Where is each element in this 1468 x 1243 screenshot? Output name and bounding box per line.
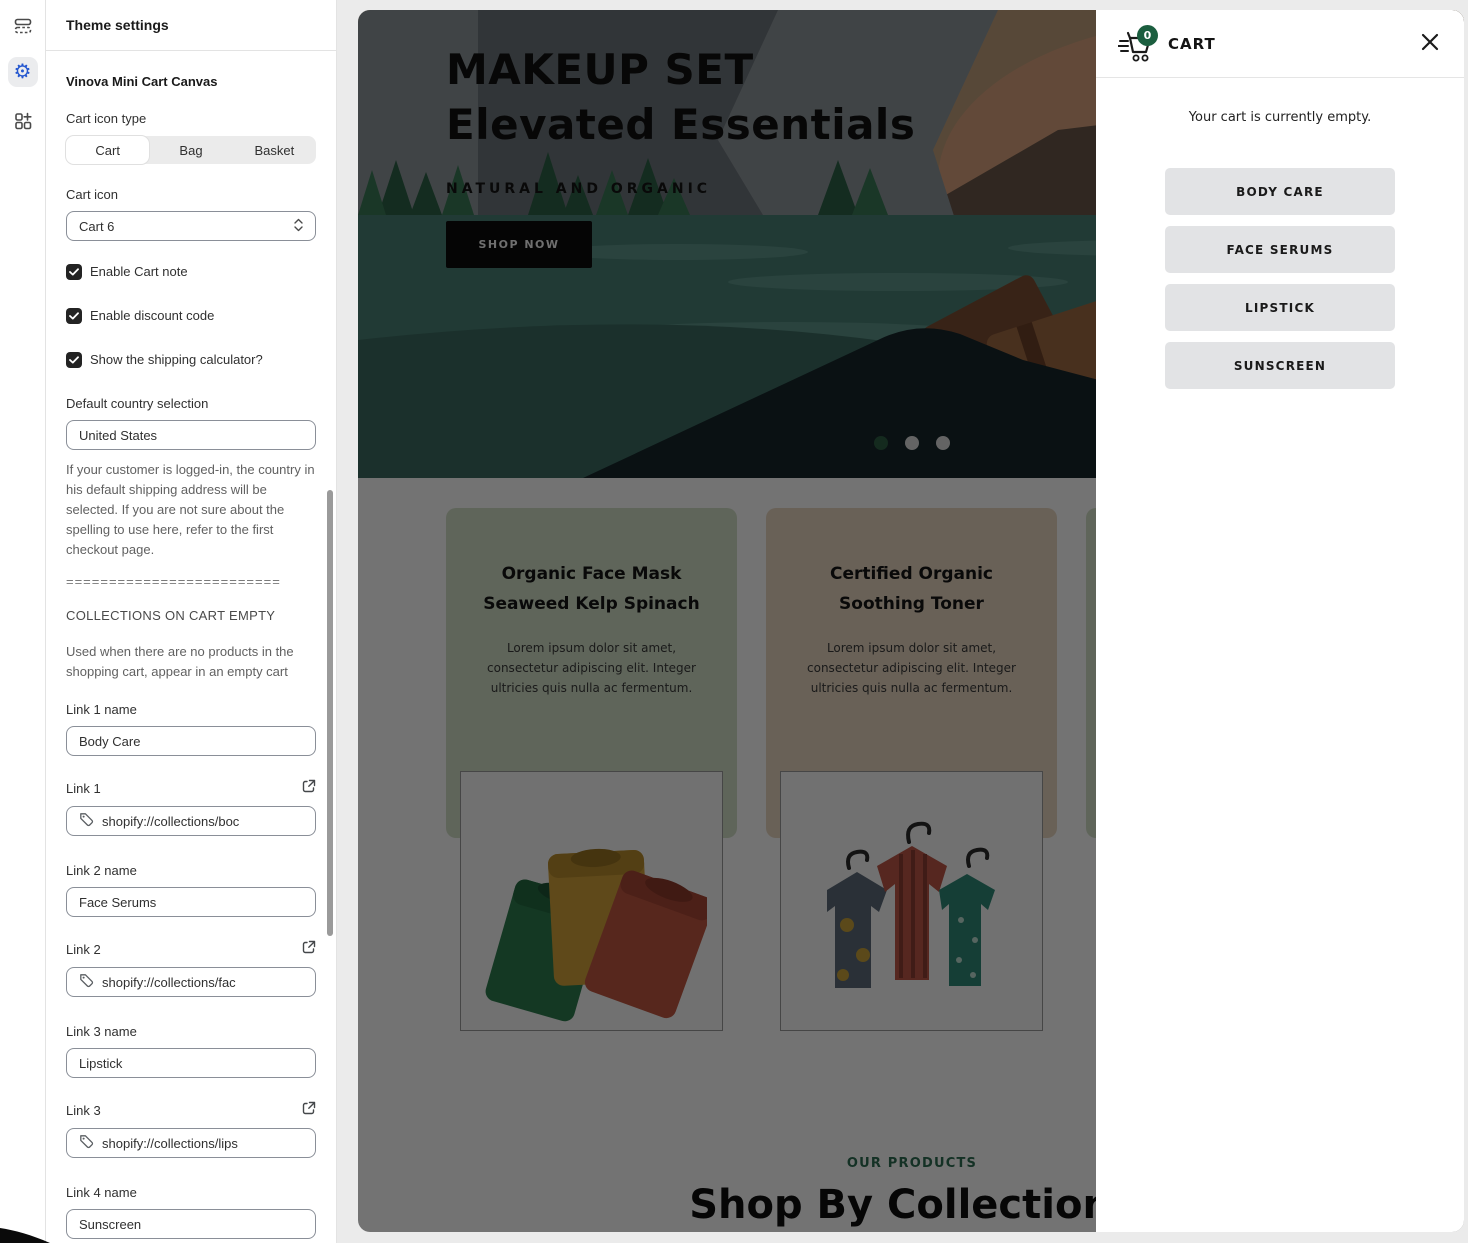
- collection-button-sunscreen[interactable]: SUNSCREEN: [1165, 342, 1395, 389]
- editor-icon-rail: ⚙: [0, 0, 46, 1243]
- enable-discount-code-row[interactable]: Enable discount code: [66, 308, 316, 324]
- collection-button-body-care[interactable]: BODY CARE: [1165, 168, 1395, 215]
- enable-discount-code-label: Enable discount code: [90, 308, 214, 324]
- theme-settings-panel: Theme settings Vinova Mini Cart Canvas C…: [46, 0, 337, 1243]
- segment-bag[interactable]: Bag: [149, 136, 232, 164]
- link2-name-label: Link 2 name: [66, 863, 316, 879]
- link1-url-value: shopify://collections/boc: [102, 814, 239, 829]
- storefront-preview: MAKEUP SET Elevated Essentials NATURAL A…: [358, 10, 1464, 1232]
- app-embeds-nav-button[interactable]: [8, 108, 38, 138]
- checkbox-checked-icon[interactable]: [66, 352, 82, 368]
- link4-name-input[interactable]: [66, 1209, 316, 1239]
- link3-label: Link 3: [66, 1103, 101, 1119]
- cart-count-badge: 0: [1137, 25, 1158, 46]
- mini-cart-drawer: 0 CART Your cart is currently empty. BOD…: [1096, 10, 1464, 1232]
- external-link-icon[interactable]: [302, 1101, 316, 1120]
- shipping-calculator-row[interactable]: Show the shipping calculator?: [66, 352, 316, 368]
- link1-name-input[interactable]: [66, 726, 316, 756]
- stepper-icon: [294, 218, 303, 235]
- collection-button-face-serums[interactable]: FACE SERUMS: [1165, 226, 1395, 273]
- sections-nav-button[interactable]: [8, 13, 38, 43]
- link2-url-input[interactable]: shopify://collections/fac: [66, 967, 316, 997]
- link3-name-label: Link 3 name: [66, 1024, 316, 1040]
- apps-icon: [13, 111, 33, 136]
- link2-url-value: shopify://collections/fac: [102, 975, 236, 990]
- shipping-calculator-label: Show the shipping calculator?: [90, 352, 263, 368]
- close-icon: [1421, 33, 1439, 56]
- cart-icon: 0: [1118, 25, 1158, 63]
- panel-header: Theme settings: [46, 0, 336, 51]
- sections-icon: [13, 16, 33, 41]
- checkbox-checked-icon[interactable]: [66, 308, 82, 324]
- link2-label: Link 2: [66, 942, 101, 958]
- gear-icon: ⚙: [14, 62, 32, 82]
- settings-divider: =========================: [66, 574, 316, 589]
- external-link-icon[interactable]: [302, 940, 316, 959]
- link3-url-value: shopify://collections/lips: [102, 1136, 238, 1151]
- theme-settings-nav-button[interactable]: ⚙: [8, 57, 38, 87]
- empty-cart-collection-links: BODY CARE FACE SERUMS LIPSTICK SUNSCREEN: [1096, 168, 1464, 389]
- segment-cart[interactable]: Cart: [66, 136, 149, 164]
- link1-url-input[interactable]: shopify://collections/boc: [66, 806, 316, 836]
- panel-title: Theme settings: [66, 17, 169, 33]
- cart-icon-select[interactable]: Cart 6: [66, 211, 316, 241]
- segment-basket[interactable]: Basket: [233, 136, 316, 164]
- checkbox-checked-icon[interactable]: [66, 264, 82, 280]
- cart-drawer-header: 0 CART: [1096, 10, 1464, 78]
- panel-scrollbar[interactable]: [327, 490, 333, 936]
- corner-swoosh-decoration: [0, 1225, 50, 1243]
- tag-icon: [79, 973, 94, 991]
- cart-icon-type-label: Cart icon type: [66, 111, 316, 127]
- link3-url-input[interactable]: shopify://collections/lips: [66, 1128, 316, 1158]
- link1-name-label: Link 1 name: [66, 702, 316, 718]
- link3-name-input[interactable]: [66, 1048, 316, 1078]
- tag-icon: [79, 812, 94, 830]
- default-country-help: If your customer is logged-in, the count…: [66, 460, 316, 560]
- cart-icon-select-value: Cart 6: [79, 219, 114, 234]
- section-title: Vinova Mini Cart Canvas: [66, 74, 316, 89]
- tag-icon: [79, 1134, 94, 1152]
- link4-name-label: Link 4 name: [66, 1185, 316, 1201]
- cart-icon-label: Cart icon: [66, 187, 316, 203]
- collections-help: Used when there are no products in the s…: [66, 642, 316, 682]
- cart-icon-type-segmented: Cart Bag Basket: [66, 136, 316, 164]
- link2-name-input[interactable]: [66, 887, 316, 917]
- external-link-icon[interactable]: [302, 779, 316, 798]
- cart-drawer-title: CART: [1168, 35, 1216, 53]
- close-drawer-button[interactable]: [1418, 32, 1442, 56]
- cart-empty-message: Your cart is currently empty.: [1096, 110, 1464, 125]
- enable-cart-note-row[interactable]: Enable Cart note: [66, 264, 316, 280]
- collections-heading: COLLECTIONS ON CART EMPTY: [66, 608, 316, 623]
- enable-cart-note-label: Enable Cart note: [90, 264, 188, 280]
- default-country-label: Default country selection: [66, 396, 316, 412]
- link1-label: Link 1: [66, 781, 101, 797]
- collection-button-lipstick[interactable]: LIPSTICK: [1165, 284, 1395, 331]
- default-country-input[interactable]: [66, 420, 316, 450]
